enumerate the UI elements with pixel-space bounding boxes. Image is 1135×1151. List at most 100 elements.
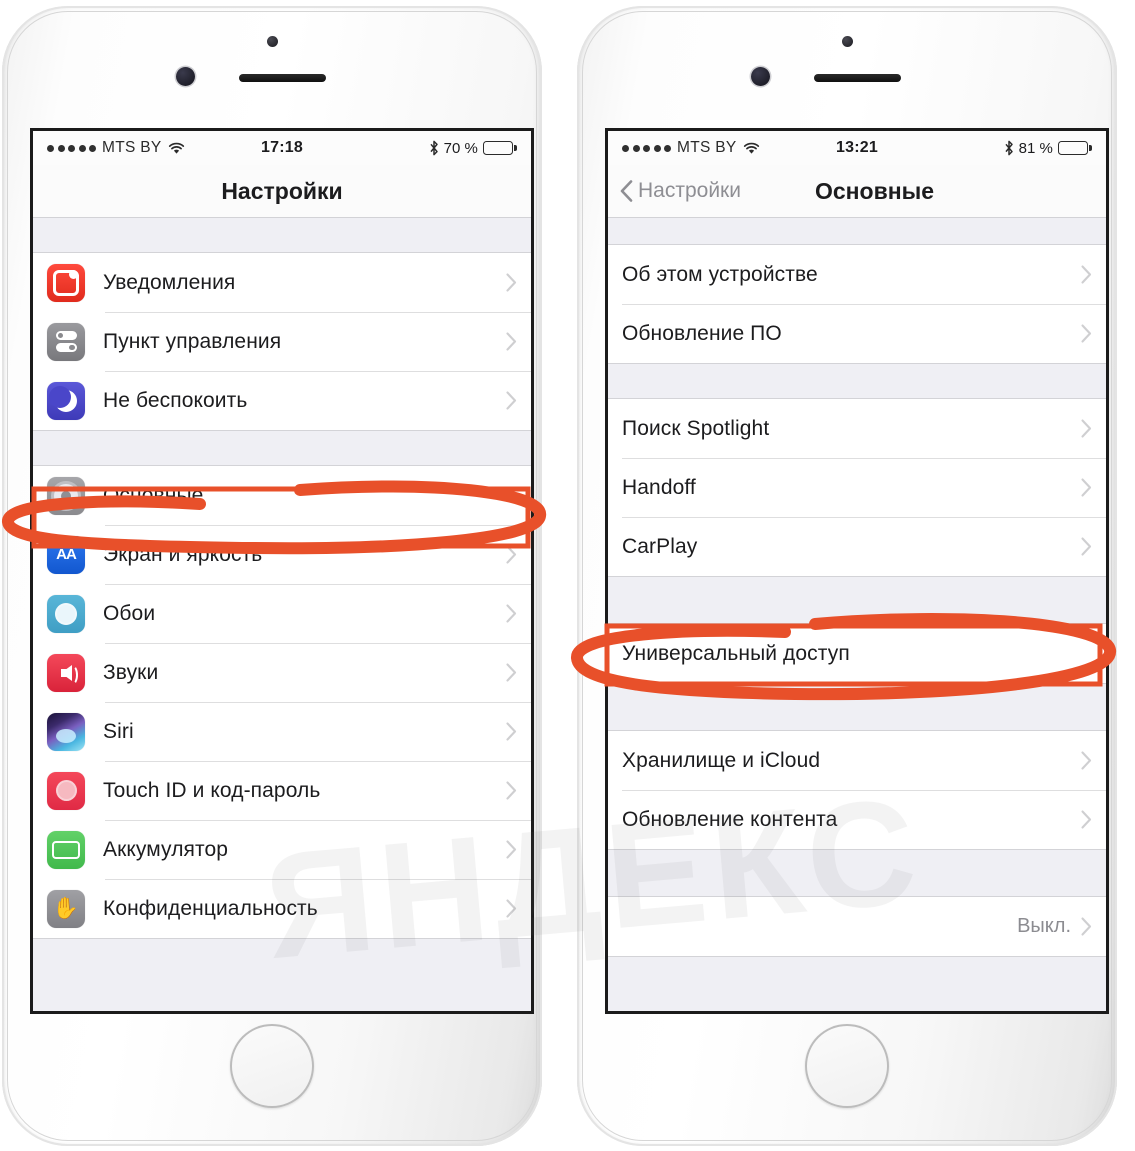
- screenshot-stage: MTS BY 17:18 70 % Настройки Уведомления …: [0, 0, 1135, 1151]
- row-label: Поиск Spotlight: [622, 416, 770, 440]
- chevron-right-icon: [1081, 478, 1092, 497]
- do-not-disturb-icon: [47, 381, 85, 420]
- home-button[interactable]: [805, 1024, 889, 1108]
- settings-row-touch-id[interactable]: Touch ID и код-пароль: [33, 761, 531, 820]
- settings-row-sounds[interactable]: Звуки: [33, 643, 531, 702]
- privacy-hand-icon: ✋: [47, 889, 85, 928]
- settings-row-software-update[interactable]: Обновление ПО: [608, 304, 1106, 363]
- row-label: Об этом устройстве: [622, 262, 818, 286]
- storage-group: Хранилище и iCloud Обновление контента: [608, 730, 1106, 850]
- control-center-icon: [47, 322, 85, 361]
- settings-row-wallpaper[interactable]: Обои: [33, 584, 531, 643]
- settings-row-accessibility[interactable]: Универсальный доступ: [608, 624, 1106, 683]
- row-label: Обновление контента: [622, 807, 838, 831]
- chevron-right-icon: [506, 332, 517, 351]
- list-section-gap: [608, 364, 1106, 398]
- row-label: Siri: [103, 719, 134, 743]
- settings-row-storage-icloud[interactable]: Хранилище и iCloud: [608, 731, 1106, 790]
- spotlight-group: Поиск Spotlight Handoff CarPlay: [608, 398, 1106, 577]
- chevron-right-icon: [1081, 265, 1092, 284]
- settings-row-restrictions[interactable]: Выкл.: [608, 897, 1106, 956]
- row-label: Обои: [103, 601, 156, 625]
- chevron-right-icon: [506, 899, 517, 918]
- chevron-right-icon: [506, 722, 517, 741]
- settings-row-handoff[interactable]: Handoff: [608, 458, 1106, 517]
- row-label: Handoff: [622, 475, 696, 499]
- iphone-device-left: MTS BY 17:18 70 % Настройки Уведомления …: [2, 6, 542, 1146]
- general-group: Основные AA Экран и яркость Обои Звуки S…: [33, 465, 531, 939]
- chevron-right-icon: [506, 273, 517, 292]
- chevron-right-icon: [1081, 419, 1092, 438]
- settings-row-notifications[interactable]: Уведомления: [33, 253, 531, 312]
- settings-row-carplay[interactable]: CarPlay: [608, 517, 1106, 576]
- chevron-right-icon: [506, 840, 517, 859]
- chevron-right-icon: [1081, 324, 1092, 343]
- nav-bar-left: Настройки: [33, 165, 531, 218]
- settings-row-display-brightness[interactable]: AA Экран и яркость: [33, 525, 531, 584]
- list-top-gap: [33, 218, 531, 252]
- row-value: Выкл.: [1017, 915, 1071, 937]
- row-label: Уведомления: [103, 270, 236, 294]
- home-button[interactable]: [230, 1024, 314, 1108]
- status-bar-clock: 17:18: [261, 139, 303, 156]
- row-label: Конфиденциальность: [103, 896, 318, 920]
- chevron-right-icon: [506, 781, 517, 800]
- settings-row-do-not-disturb[interactable]: Не беспокоить: [33, 371, 531, 430]
- sounds-icon: [47, 653, 85, 692]
- touch-id-icon: [47, 771, 85, 810]
- chevron-right-icon: [1081, 810, 1092, 829]
- settings-list-right[interactable]: Об этом устройстве Обновление ПО Поиск S…: [608, 218, 1106, 1011]
- chevron-left-icon: [620, 180, 633, 202]
- chevron-right-icon: [506, 663, 517, 682]
- settings-row-privacy[interactable]: ✋ Конфиденциальность: [33, 879, 531, 938]
- settings-row-battery[interactable]: Аккумулятор: [33, 820, 531, 879]
- row-label: Универсальный доступ: [622, 641, 850, 665]
- wallpaper-icon: [47, 594, 85, 633]
- battery-icon: [47, 830, 85, 869]
- row-label: Звуки: [103, 660, 159, 684]
- earpiece-speaker-icon: [239, 74, 326, 82]
- row-label: Хранилище и iCloud: [622, 748, 821, 772]
- back-button[interactable]: Настройки: [620, 179, 741, 203]
- settings-row-background-refresh[interactable]: Обновление контента: [608, 790, 1106, 849]
- screen-right: MTS BY 13:21 81 % Настройки Основные Об …: [608, 131, 1106, 1011]
- row-label: Обновление ПО: [622, 321, 782, 345]
- general-gear-icon: [47, 476, 85, 515]
- chevron-right-icon: [506, 545, 517, 564]
- settings-row-control-center[interactable]: Пункт управления: [33, 312, 531, 371]
- proximity-sensor-icon: [267, 36, 278, 47]
- list-bottom-gap: [33, 939, 531, 973]
- earpiece-speaker-icon: [814, 74, 901, 82]
- nav-bar-right: Настройки Основные: [608, 165, 1106, 218]
- list-section-gap: [33, 431, 531, 465]
- front-camera-icon: [176, 67, 195, 86]
- row-label: Пункт управления: [103, 329, 282, 353]
- settings-row-about[interactable]: Об этом устройстве: [608, 245, 1106, 304]
- list-section-gap: [608, 684, 1106, 730]
- list-section-gap: [608, 577, 1106, 623]
- restrictions-group: Выкл.: [608, 896, 1106, 957]
- screen-left: MTS BY 17:18 70 % Настройки Уведомления …: [33, 131, 531, 1011]
- front-camera-icon: [751, 67, 770, 86]
- iphone-device-right: MTS BY 13:21 81 % Настройки Основные Об …: [577, 6, 1117, 1146]
- row-label: Основные: [103, 483, 204, 507]
- chevron-right-icon: [1081, 537, 1092, 556]
- list-section-gap: [608, 850, 1106, 896]
- row-label: Экран и яркость: [103, 542, 263, 566]
- row-label: Touch ID и код-пароль: [103, 778, 321, 802]
- settings-list-left[interactable]: Уведомления Пункт управления Не беспокои…: [33, 218, 531, 1011]
- settings-row-general[interactable]: Основные: [33, 466, 531, 525]
- status-bar-left: MTS BY 17:18 70 %: [33, 131, 531, 165]
- status-bar-clock: 13:21: [836, 139, 878, 156]
- page-title: Основные: [814, 177, 935, 204]
- settings-row-siri[interactable]: Siri: [33, 702, 531, 761]
- settings-row-spotlight-search[interactable]: Поиск Spotlight: [608, 399, 1106, 458]
- notifications-icon: [47, 263, 85, 302]
- chevron-right-icon: [1081, 917, 1092, 936]
- accessibility-group: Универсальный доступ: [608, 623, 1106, 684]
- row-label: Не беспокоить: [103, 388, 248, 412]
- chevron-right-icon: [1081, 751, 1092, 770]
- row-label: CarPlay: [622, 534, 698, 558]
- chevron-right-icon: [506, 604, 517, 623]
- back-button-label: Настройки: [638, 179, 741, 202]
